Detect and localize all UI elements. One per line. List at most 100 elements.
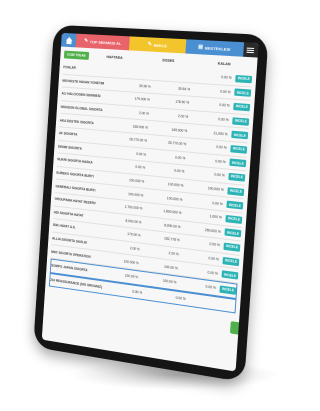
row-value: 0.00 %: [212, 200, 223, 206]
row-value: 100.00 %: [162, 278, 177, 285]
row-value: 165.000 %: [171, 127, 188, 133]
pencil-icon: ✎: [83, 37, 89, 45]
tab-label: TOP SEKMESI AL: [89, 38, 122, 46]
row-value: 100,000 %: [207, 186, 224, 193]
row-value: [155, 73, 195, 76]
row-value: 182,778 %: [164, 236, 180, 243]
row-value: 0.00 %: [216, 145, 227, 151]
inspect-button[interactable]: INCELE: [226, 200, 244, 210]
tab-label: BEKLE: [153, 42, 168, 48]
row-value: 260,000 %: [204, 227, 221, 234]
row-value: 165.000 %: [132, 124, 149, 130]
row-name: AKA DESTEK SIGORTA: [59, 118, 94, 125]
home-icon: [65, 36, 73, 44]
inspect-button[interactable]: INCELE: [229, 158, 247, 168]
row-name: AF SIGORTA: [58, 131, 78, 137]
row-value: 100.000 %: [128, 178, 145, 184]
row-value: 0.00 %: [220, 75, 232, 81]
row-value: 178.90 %: [175, 100, 190, 106]
scroll-handle[interactable]: [229, 321, 240, 335]
row-value: 0.00 %: [135, 165, 146, 171]
main-content: COIN TFEAE HAFTADA SOSES KALAN FONLAR 0.0…: [45, 47, 258, 318]
row-value: 100.00 %: [163, 264, 178, 271]
inspect-button[interactable]: INCELE: [224, 228, 242, 238]
row-value: 26,770.00 %: [129, 137, 148, 144]
row-name: MOVIKSTE HAVAN YONETIM: [62, 78, 105, 86]
inspect-button[interactable]: INCELE: [235, 74, 253, 84]
row-value: 0.00 %: [205, 284, 217, 291]
row-value: 100.00 %: [124, 273, 139, 280]
row-name: GENERALI SIGORTA BURTI: [55, 183, 96, 193]
row-name: ALI HALCIOGEN SERINESI: [61, 91, 101, 99]
inspect-button[interactable]: INCELE: [225, 214, 243, 224]
row-value: 0.00 %: [219, 89, 231, 95]
home-button[interactable]: [60, 32, 77, 48]
row-value: 2.00 %: [129, 246, 140, 252]
col-header: KALAN: [217, 61, 231, 67]
row-value: 0.00 %: [214, 172, 225, 179]
clipboard-icon: ▤: [197, 43, 204, 51]
row-value: 0.00 %: [215, 159, 226, 165]
inspect-button[interactable]: INCELE: [223, 242, 241, 252]
row-value: 0.00 %: [175, 295, 186, 301]
row-value: 0.00 %: [207, 270, 219, 276]
row-name: NUKRI SIGORTA HASKA: [57, 157, 93, 166]
row-value: 21,000 %: [213, 130, 228, 137]
menu-button[interactable]: [243, 42, 259, 58]
inspect-button[interactable]: INCELE: [230, 144, 248, 154]
row-value: 179.00 %: [127, 232, 141, 238]
row-value: 2.00 %: [177, 114, 189, 120]
row-value: 0.00 %: [218, 103, 230, 109]
row-value: [190, 300, 235, 306]
row-name: NSKISON GLOBAL SIGORTA: [60, 105, 103, 113]
row-value: 2.00 %: [138, 111, 149, 116]
row-name: GROUPAMA HAYAT REZERV: [54, 197, 96, 206]
row-value: 2.00 %: [168, 251, 179, 257]
inspect-button[interactable]: INCELE: [227, 186, 245, 196]
row-value: 0.00 %: [218, 117, 229, 123]
pencil-icon: ✎: [147, 41, 153, 48]
row-name: FONLAR: [63, 65, 76, 71]
inspect-button[interactable]: INCELE: [231, 130, 249, 140]
col-header: SOSES: [162, 58, 175, 64]
tab-label: BESTEKLESI: [204, 44, 231, 52]
row-value: 1,800.000 %: [163, 209, 182, 216]
row-value: 1,000 %: [209, 214, 222, 220]
coins-button[interactable]: COIN TFEAE: [63, 50, 89, 60]
inspect-button[interactable]: INCELE: [228, 172, 246, 182]
row-value: 26,770.00 %: [167, 140, 187, 147]
inspect-button[interactable]: INCELE: [221, 270, 239, 280]
row-value: 0.00 %: [209, 242, 221, 248]
row-value: 100.000 %: [167, 182, 184, 188]
row-value: 30.90 %: [138, 83, 151, 89]
inspect-button[interactable]: INCELE: [219, 285, 237, 295]
row-value: 0.00 %: [174, 169, 185, 175]
row-value: 1,700.000 %: [124, 204, 143, 211]
row-name: HDI SIGORTA HAYAT: [53, 210, 84, 218]
app-screen: ✎ TOP SEKMESI AL ✎ BEKLE ▤ BESTEKLESI CO…: [41, 32, 259, 372]
row-value: 100.000 %: [123, 259, 139, 265]
row-value: 179.000 %: [134, 97, 150, 103]
row-value: 8,000.00 %: [164, 223, 181, 230]
row-value: 0.00 %: [136, 151, 147, 157]
row-value: 100.000 %: [166, 195, 183, 202]
row-value: [117, 71, 155, 73]
row-value: 100.000 %: [128, 191, 144, 198]
row-name: DENIR SIGORTA: [57, 144, 82, 151]
tab-1[interactable]: ✎ TOP SEKMESI AL: [75, 33, 131, 51]
row-value: 0.00 %: [208, 256, 220, 262]
device-frame: ✎ TOP SEKMESI AL ✎ BEKLE ▤ BESTEKLESI CO…: [0, 0, 300, 411]
row-value: 0.00 %: [132, 289, 143, 295]
fund-list: FONLAR 0.00 % INCELE MOVIKSTE HAVAN YONETIM…: [48, 61, 253, 314]
inspect-button[interactable]: INCELE: [234, 88, 252, 98]
inspect-button[interactable]: INCELE: [232, 116, 250, 126]
row-value: 0.00 %: [175, 155, 186, 161]
inspect-button[interactable]: INCELE: [233, 102, 251, 112]
row-name: ZUI REASSURANCE (DIS ORGANIZ): [50, 277, 103, 289]
row-name: ISIK HAYAT A.S.: [52, 223, 76, 230]
row-name: EUREKO SIGORTA BURTI: [56, 170, 94, 179]
row-value: 8,000.00 %: [125, 218, 142, 225]
col-header: HAFTADA: [106, 55, 123, 60]
tablet: ✎ TOP SEKMESI AL ✎ BEKLE ▤ BESTEKLESI CO…: [33, 24, 269, 383]
inspect-button[interactable]: INCELE: [222, 256, 240, 266]
